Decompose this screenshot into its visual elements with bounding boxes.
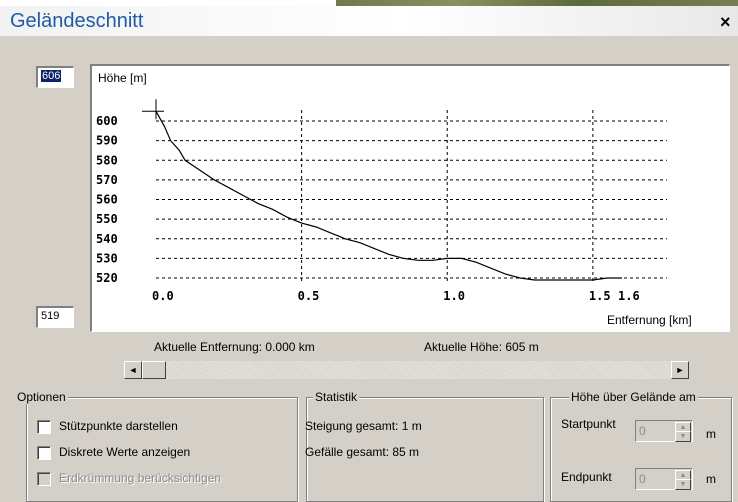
- discrete-values-checkbox[interactable]: [37, 446, 51, 460]
- start-point-value: 0: [639, 424, 646, 438]
- y-tick-label: 540: [96, 232, 118, 246]
- start-point-unit: m: [706, 427, 716, 441]
- profile-line: [155, 110, 622, 281]
- chart-svg: 600 590 580 570 560 550 540 530 520 0.0 0.5 1.0 1.5 1…: [96, 99, 667, 303]
- options-legend: Optionen: [15, 390, 68, 404]
- earth-curvature-label: Erdkrümmung berücksichtigen: [59, 471, 222, 485]
- end-point-label: Endpunkt: [561, 470, 612, 484]
- title-bar: Geländeschnitt ×: [0, 6, 738, 36]
- descent-total: Gefälle gesamt: 85 m: [305, 445, 420, 459]
- show-points-checkbox[interactable]: [37, 420, 51, 434]
- show-points-label: Stützpunkte darstellen: [59, 419, 178, 433]
- spin-down-icon: ▼: [675, 431, 691, 442]
- y-tick-label: 520: [96, 271, 118, 285]
- close-icon[interactable]: ×: [720, 12, 731, 33]
- y-axis-label: Höhe [m]: [98, 71, 147, 85]
- current-height: Aktuelle Höhe: 605 m: [424, 340, 539, 354]
- y-tick-label: 550: [96, 212, 118, 226]
- ascent-total: Steigung gesamt: 1 m: [305, 419, 422, 433]
- end-point-spinner: 0 ▲ ▼: [635, 468, 693, 490]
- discrete-values-label: Diskrete Werte anzeigen: [59, 445, 191, 459]
- y-tick-label: 590: [96, 134, 118, 148]
- spin-down-icon: ▼: [675, 479, 691, 490]
- profile-scrollbar[interactable]: ◄ ►: [124, 361, 689, 379]
- x-tick-label: 0.5: [298, 289, 320, 303]
- y-tick-label: 570: [96, 173, 118, 187]
- earth-curvature-checkbox: [37, 472, 51, 486]
- options-group: Optionen Stützpunkte darstellen Diskrete…: [15, 390, 298, 502]
- scroll-thumb[interactable]: [142, 361, 166, 379]
- y-tick-label: 530: [96, 251, 118, 265]
- current-distance: Aktuelle Entfernung: 0.000 km: [154, 340, 315, 354]
- x-tick-label: 1.6: [618, 289, 640, 303]
- y-tick-label: 600: [96, 114, 118, 128]
- elevation-profile-chart: 600 590 580 570 560 550 540 530 520 0.0 0.5 1.0 1.5 1…: [90, 64, 730, 332]
- start-point-spinner: 0 ▲ ▼: [635, 420, 693, 442]
- y-tick-label: 560: [96, 193, 118, 207]
- x-tick-label: 1.0: [443, 289, 465, 303]
- end-point-unit: m: [706, 472, 716, 486]
- max-height-field[interactable]: 606: [36, 66, 74, 88]
- x-tick-label: 1.5: [589, 289, 611, 303]
- y-tick-label: 580: [96, 153, 118, 167]
- start-point-label: Startpunkt: [561, 417, 616, 431]
- scroll-left-icon[interactable]: ◄: [124, 361, 142, 379]
- x-axis-label: Entfernung [km]: [607, 313, 692, 327]
- min-height-field[interactable]: 519: [36, 306, 74, 328]
- height-above-ground-group: Höhe über Gelände am Startpunkt 0 ▲ ▼ m …: [550, 390, 732, 502]
- x-tick-label: 0.0: [152, 289, 174, 303]
- window-title: Geländeschnitt: [10, 10, 144, 32]
- scroll-right-icon[interactable]: ►: [671, 361, 689, 379]
- end-point-value: 0: [639, 472, 646, 486]
- height-above-legend: Höhe über Gelände am: [569, 390, 698, 404]
- statistics-legend: Statistik: [313, 390, 360, 404]
- statistics-group: Statistik Steigung gesamt: 1 m Gefälle g…: [305, 390, 544, 502]
